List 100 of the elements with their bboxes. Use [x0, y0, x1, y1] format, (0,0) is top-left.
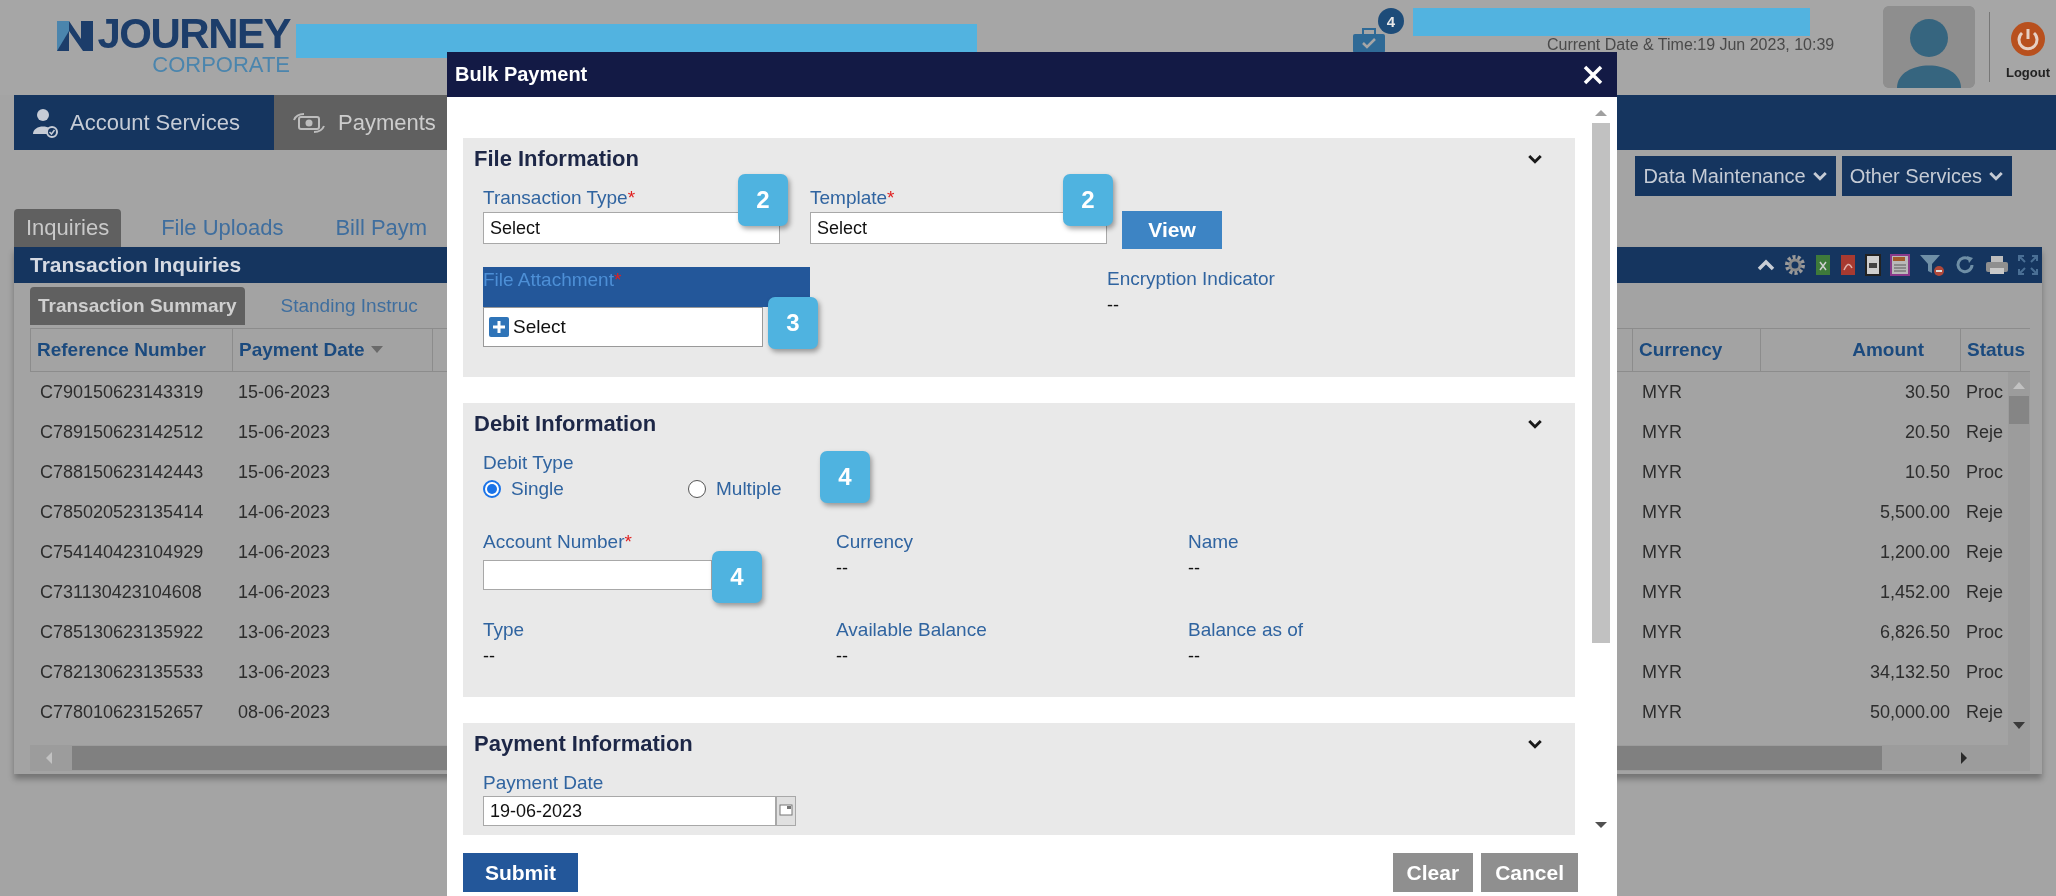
- table-cell-text: 1,200.00: [1878, 540, 1951, 564]
- table-cell-text: Reje: [1965, 700, 2005, 724]
- tab[interactable]: File Uploads: [149, 209, 296, 247]
- table-cell-text: MYR: [1641, 540, 1683, 564]
- field-value: --: [836, 558, 849, 579]
- panel-title: Transaction Inquiries: [30, 253, 242, 277]
- table-cell-text: 15-06-2023: [237, 420, 332, 444]
- close-button[interactable]: [1583, 64, 1603, 85]
- table-cell-text: 13-06-2023: [237, 660, 332, 684]
- step-badge: 3: [768, 297, 818, 349]
- table-cell-text: 08-06-2023: [237, 700, 332, 724]
- table-cell-text: MYR: [1641, 620, 1683, 644]
- print-icon[interactable]: [1985, 255, 2009, 275]
- radio-label[interactable]: Multiple: [716, 478, 782, 500]
- tab[interactable]: Bill Paym: [323, 209, 440, 247]
- subtab[interactable]: Standing Instruc: [272, 287, 426, 325]
- view-button[interactable]: View: [1122, 211, 1222, 249]
- field-value: --: [836, 646, 849, 667]
- table-cell-text: C790150623143319: [39, 380, 205, 404]
- column-header[interactable]: Status: [1961, 339, 2032, 361]
- radio-button[interactable]: [688, 480, 706, 498]
- column-header[interactable]: Payment Date: [233, 339, 389, 361]
- settings-icon[interactable]: [1784, 254, 1806, 276]
- pdf-icon[interactable]: [1840, 254, 1856, 276]
- expand-icon[interactable]: [2018, 255, 2038, 275]
- scrollbar-thumb[interactable]: [1592, 123, 1610, 643]
- column-header[interactable]: Amount: [1846, 339, 1930, 361]
- chevron-down-icon: [1527, 739, 1543, 749]
- table-cell-text: 6,826.50: [1878, 620, 1951, 644]
- table-cell-text: 30.50: [1903, 380, 1951, 404]
- scroll-down-arrow-icon[interactable]: [2012, 721, 2026, 731]
- vertical-scrollbar[interactable]: [2008, 372, 2030, 745]
- spreadsheet-icon[interactable]: [1815, 254, 1831, 276]
- scroll-right-arrow-icon[interactable]: [1958, 751, 1970, 765]
- logo-text: JOURNEY: [97, 14, 290, 54]
- table-cell-text: 13-06-2023: [237, 620, 332, 644]
- table-cell-text: 15-06-2023: [237, 380, 332, 404]
- table-cell-text: 20.50: [1903, 420, 1951, 444]
- step-badge: 2: [738, 174, 788, 226]
- table-cell-text: C788150623142443: [39, 460, 205, 484]
- dialog-button[interactable]: Cancel: [1481, 853, 1578, 892]
- tab[interactable]: Inquiries: [14, 209, 122, 247]
- date-field[interactable]: 19-06-2023: [483, 796, 776, 826]
- table-cell-text: Reje: [1965, 580, 2005, 604]
- nav-tab[interactable]: Account Services: [14, 95, 272, 150]
- column-header[interactable]: Currency: [1633, 339, 1729, 361]
- radio-button[interactable]: [483, 480, 501, 498]
- field-value: --: [1107, 295, 1120, 316]
- dropdown-field[interactable]: Select: [810, 212, 1107, 244]
- table-cell-text: 14-06-2023: [237, 580, 332, 604]
- file-select-button[interactable]: Select: [483, 307, 763, 347]
- table-cell-text: MYR: [1641, 700, 1683, 724]
- field-label: Template*: [810, 188, 895, 208]
- table-cell-text: Proc: [1965, 660, 2004, 684]
- menu-dropdown[interactable]: Data Maintenance: [1635, 156, 1836, 196]
- table-cell-text: C782130623135533: [39, 660, 205, 684]
- table-cell-text: C754140423104929: [39, 540, 205, 564]
- table-cell-text: 14-06-2023: [237, 540, 332, 564]
- step-badge: 4: [820, 451, 870, 503]
- caret-up-icon[interactable]: [1757, 259, 1775, 271]
- refresh-icon[interactable]: [1954, 254, 1976, 276]
- table-cell-text: 5,500.00: [1878, 500, 1951, 524]
- scroll-down-arrow-icon[interactable]: [1595, 821, 1607, 829]
- table-cell-text: Reje: [1965, 420, 2005, 444]
- table-cell-text: C789150623142512: [39, 420, 205, 444]
- table-cell-text: MYR: [1641, 580, 1683, 604]
- field-label: Transaction Type*: [483, 188, 636, 208]
- table-cell-text: 1,452.00: [1878, 580, 1951, 604]
- table-cell-text: MYR: [1641, 420, 1683, 444]
- dropdown-field[interactable]: Select: [483, 212, 780, 244]
- scroll-up-arrow-icon[interactable]: [1595, 109, 1607, 117]
- table-cell-text: MYR: [1641, 380, 1683, 404]
- filter-icon[interactable]: [1919, 253, 1945, 277]
- table-cell-text: 34,132.50: [1868, 660, 1951, 684]
- table-cell-text: Proc: [1965, 620, 2004, 644]
- step-badge: 4: [712, 551, 762, 603]
- menu-dropdown[interactable]: Other Services: [1841, 156, 2012, 196]
- file-attachment-header: File Attachment*: [483, 267, 810, 307]
- table-cell-text: Proc: [1965, 460, 2004, 484]
- section-title: Debit Information: [474, 411, 657, 437]
- account-number-field[interactable]: [483, 560, 712, 590]
- field-label: Currency: [836, 532, 914, 552]
- radio-label[interactable]: Single: [511, 478, 564, 500]
- table-cell-text: 50,000.00: [1868, 700, 1951, 724]
- subtab[interactable]: Transaction Summary: [30, 287, 245, 325]
- table-cell-text: Proc: [1965, 380, 2004, 404]
- column-header[interactable]: Reference Number: [31, 339, 212, 361]
- money-icon: [292, 111, 326, 134]
- document-icon[interactable]: [1865, 254, 1881, 276]
- section-title: Payment Information: [474, 731, 693, 757]
- plus-icon: [489, 317, 509, 337]
- logo-tagline: CORPORATE: [152, 54, 290, 76]
- scrollbar-thumb[interactable]: [2009, 396, 2029, 424]
- field-value: --: [1188, 646, 1201, 667]
- field-label: Payment Date: [483, 773, 604, 793]
- submit-button[interactable]: Submit: [463, 853, 578, 892]
- logout-button[interactable]: Logout: [1999, 20, 2056, 81]
- dialog-button[interactable]: Clear: [1392, 853, 1474, 892]
- table-cell-text: 10.50: [1903, 460, 1951, 484]
- calendar-icon[interactable]: [776, 796, 796, 826]
